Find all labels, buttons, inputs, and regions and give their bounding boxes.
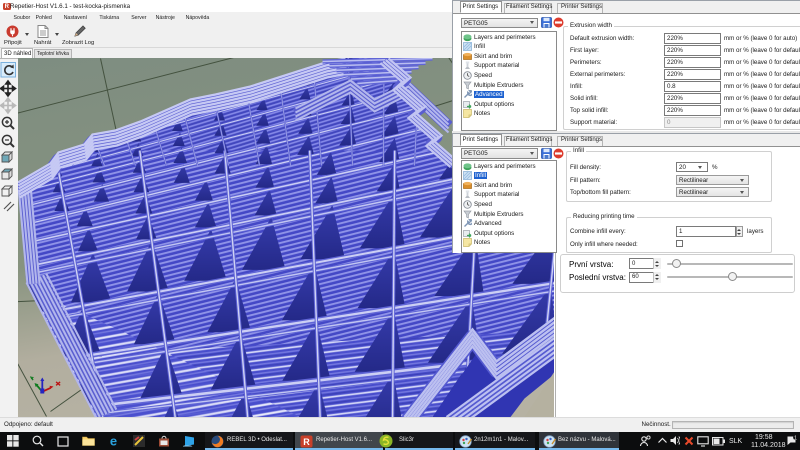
svg-text:e: e — [110, 434, 117, 448]
svg-text:R: R — [303, 437, 310, 447]
svg-text:1: 1 — [794, 436, 797, 442]
